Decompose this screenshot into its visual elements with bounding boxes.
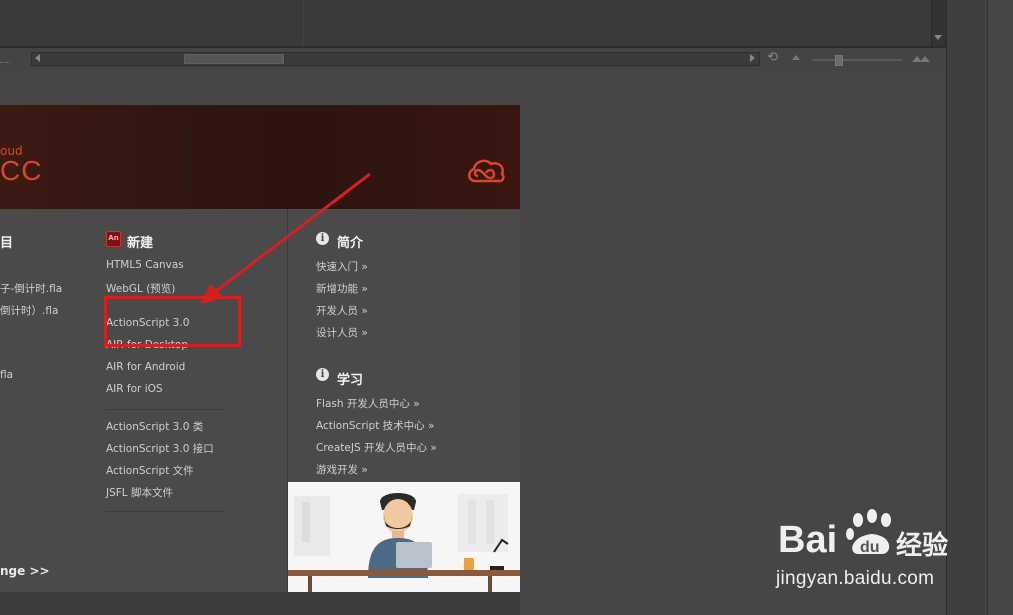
- new-webgl[interactable]: WebGL (预览): [106, 281, 175, 296]
- new-as3-interface[interactable]: ActionScript 3.0 接口: [106, 441, 214, 456]
- learn-heading: 学习: [337, 373, 364, 388]
- zoom-slider-thumb[interactable]: [835, 55, 843, 66]
- creative-cloud-logo-icon: [468, 159, 505, 183]
- frame-ruler-stub: [0, 54, 10, 63]
- learn-link-game-dev[interactable]: 游戏开发 »: [316, 462, 368, 477]
- watermark-url: jingyan.baidu.com: [776, 568, 935, 589]
- svg-text:Bai: Bai: [778, 519, 837, 561]
- recent-file-3[interactable]: fla: [0, 369, 13, 381]
- recent-file-1[interactable]: 子-倒计时.fla: [0, 281, 62, 296]
- svg-text:经验: 经验: [896, 530, 948, 561]
- playhead-line[interactable]: [303, 0, 304, 46]
- divider: [106, 511, 224, 512]
- animate-file-icon: An: [106, 231, 121, 247]
- learn-link-createjs[interactable]: CreateJS 开发人员中心 »: [316, 440, 437, 455]
- promo-illustration[interactable]: [288, 482, 520, 592]
- new-as-file[interactable]: ActionScript 文件: [106, 463, 194, 478]
- scroll-down-arrow-icon[interactable]: [934, 35, 942, 40]
- baidu-jingyan-watermark: Bai du 经验: [778, 509, 948, 561]
- new-air-android[interactable]: AIR for Android: [106, 361, 185, 373]
- timeline-area[interactable]: [0, 0, 946, 46]
- learn-link-flash-dev[interactable]: Flash 开发人员中心 »: [316, 396, 420, 411]
- recent-heading: 目: [0, 236, 14, 251]
- recent-file-2[interactable]: 倒计时）.fla: [0, 303, 58, 318]
- zoom-large-icon[interactable]: [912, 55, 930, 62]
- zoom-slider[interactable]: [812, 59, 902, 61]
- create-new-heading: 新建: [127, 236, 154, 251]
- right-panel-strip[interactable]: [987, 0, 1013, 615]
- new-as3-class[interactable]: ActionScript 3.0 类: [106, 419, 203, 434]
- info-icon: i: [316, 368, 329, 381]
- new-html5-canvas[interactable]: HTML5 Canvas: [106, 259, 184, 271]
- reset-icon[interactable]: ⟲: [767, 51, 781, 65]
- horizontal-scroll-thumb[interactable]: [184, 54, 284, 64]
- zoom-small-icon[interactable]: [792, 55, 800, 60]
- annotation-highlight-box: [104, 296, 241, 347]
- intro-link-designers[interactable]: 设计人员 »: [316, 325, 368, 340]
- welcome-footer: [0, 592, 520, 615]
- learn-link-as-center[interactable]: ActionScript 技术中心 »: [316, 418, 434, 433]
- scroll-right-arrow-icon[interactable]: [750, 54, 755, 62]
- new-jsfl-file[interactable]: JSFL 脚本文件: [106, 485, 173, 500]
- divider: [106, 409, 224, 410]
- new-air-ios[interactable]: AIR for iOS: [106, 383, 163, 395]
- svg-text:du: du: [860, 539, 880, 556]
- more-link[interactable]: nge >>: [0, 564, 50, 578]
- scroll-left-arrow-icon[interactable]: [35, 54, 40, 62]
- horizontal-scrollbar[interactable]: [31, 52, 760, 66]
- banner-cc-text: CC: [0, 155, 43, 186]
